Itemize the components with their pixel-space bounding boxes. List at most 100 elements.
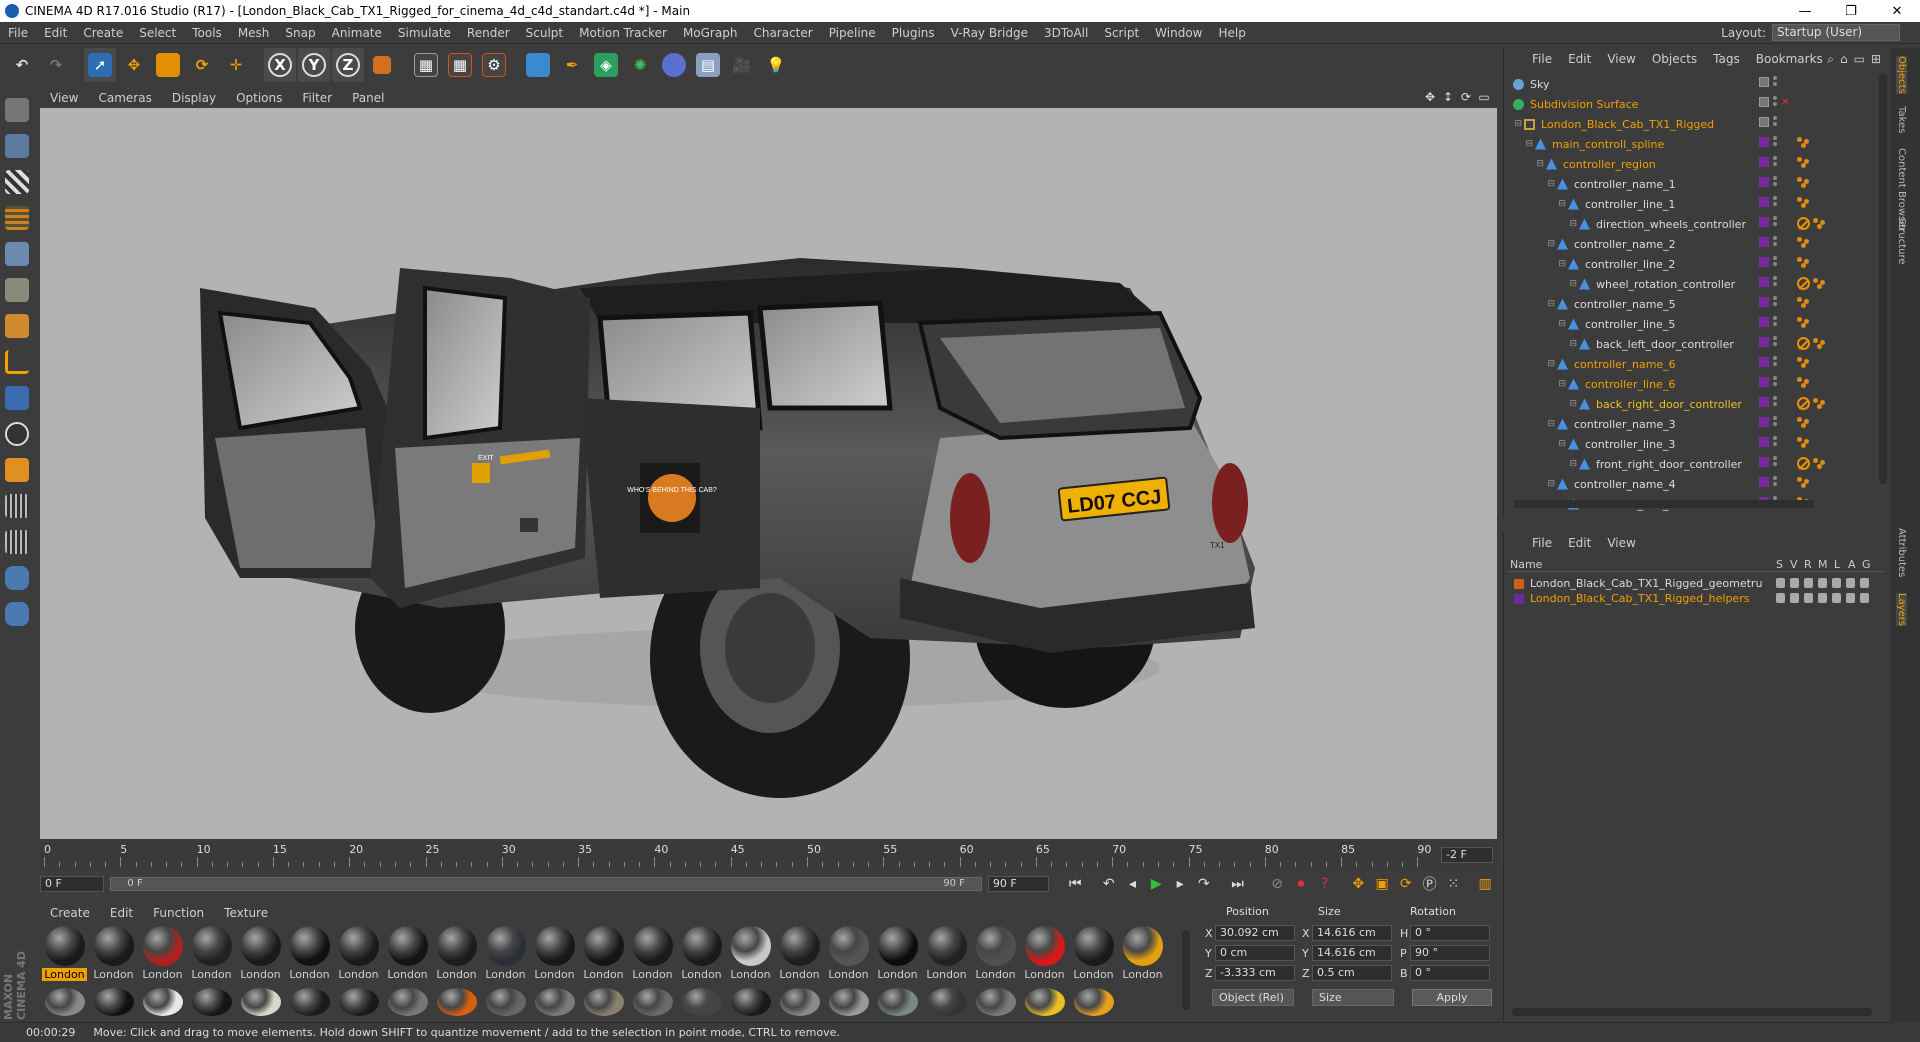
constraint-tag-icon[interactable] (1797, 257, 1809, 268)
render-view-button[interactable]: ▦ (410, 48, 442, 82)
menu-animate[interactable]: Animate (324, 26, 390, 40)
visibility-dots[interactable] (1773, 276, 1777, 288)
pen-button[interactable]: ✒ (556, 48, 588, 82)
constraint-tag-icon[interactable] (1797, 317, 1809, 328)
python-script-button-1[interactable] (2, 562, 32, 594)
material-swatch[interactable] (579, 986, 628, 1016)
move-button[interactable]: ✥ (118, 48, 150, 82)
layer-menu-edit[interactable]: Edit (1560, 536, 1599, 550)
object-row[interactable]: ⊟ wheel_rotation_controller (1507, 274, 1885, 294)
menu-sculpt[interactable]: Sculpt (518, 26, 571, 40)
tree-expander[interactable]: ⊟ (1507, 359, 1557, 369)
object-row[interactable]: ⊟ controller_name_5 (1507, 294, 1885, 314)
last-tool-button[interactable]: ✛ (220, 48, 252, 82)
lock-icon[interactable] (1832, 593, 1841, 603)
points-mode-button[interactable] (2, 238, 32, 270)
layer-color-swatch[interactable] (1759, 217, 1769, 227)
layer-color-swatch[interactable] (1759, 117, 1769, 127)
layer-menu-file[interactable]: File (1524, 536, 1560, 550)
layer-column-header[interactable]: R (1804, 558, 1812, 571)
menu-edit[interactable]: Edit (36, 26, 75, 40)
live-selection-button[interactable]: ➚ (84, 48, 116, 82)
size-y-field[interactable]: 14.616 cm (1312, 945, 1392, 961)
previous-key-button[interactable]: ↶ (1097, 872, 1121, 896)
visibility-dots[interactable] (1773, 436, 1777, 448)
array-button[interactable]: ✺ (624, 48, 656, 82)
model-mode-button[interactable] (2, 130, 32, 162)
visibility-dots[interactable] (1773, 476, 1777, 488)
protection-tag-icon[interactable] (1797, 337, 1810, 350)
tweak-mode-button[interactable] (2, 382, 32, 414)
tree-expander[interactable]: ⊟ (1507, 239, 1557, 249)
tree-expander[interactable]: ⊟ (1507, 439, 1568, 449)
menu-motion-tracker[interactable]: Motion Tracker (571, 26, 675, 40)
object-row[interactable]: ⊟ direction_wheels_controller (1507, 214, 1885, 234)
grid-snap-button[interactable] (2, 526, 32, 558)
menu-mograph[interactable]: MoGraph (675, 26, 746, 40)
object-row[interactable]: ⊟ controller_name_4 (1507, 474, 1885, 494)
tree-expander[interactable]: ⊟ (1507, 139, 1535, 149)
tree-expander[interactable]: ⊟ (1507, 119, 1524, 129)
search-icon[interactable]: ⌕ (1827, 52, 1834, 67)
edit-render-settings-button[interactable]: ⚙ (478, 48, 510, 82)
tree-expander[interactable]: ⊟ (1507, 199, 1568, 209)
material-swatch[interactable]: London (530, 924, 579, 986)
visibility-dots[interactable] (1773, 176, 1777, 188)
render-picture-viewer-button[interactable]: ▦ (444, 48, 476, 82)
apply-button[interactable]: Apply (1412, 989, 1492, 1006)
rot-h-field[interactable]: 0 ° (1410, 925, 1490, 941)
undo-button[interactable]: ↶ (6, 48, 38, 82)
object-row[interactable]: ⊟ back_left_door_controller (1507, 334, 1885, 354)
constraint-tag-icon[interactable] (1813, 458, 1825, 469)
size-x-field[interactable]: 14.616 cm (1312, 925, 1392, 941)
material-swatch[interactable] (873, 986, 922, 1016)
deformer-button[interactable] (658, 48, 690, 82)
material-swatch[interactable] (89, 986, 138, 1016)
object-row[interactable]: ⊟ controller_line_1 (1507, 194, 1885, 214)
object-menu-file[interactable]: File (1524, 52, 1560, 66)
layer-column-header[interactable]: A (1848, 558, 1856, 571)
tree-expander[interactable]: ⊟ (1507, 339, 1579, 349)
axis-mode-button[interactable] (2, 346, 32, 378)
solo-dot[interactable] (1776, 578, 1785, 588)
tree-expander[interactable]: ⊟ (1507, 459, 1579, 469)
solo-dot[interactable] (1776, 593, 1785, 603)
texture-mode-button[interactable] (2, 166, 32, 198)
redo-button[interactable]: ↷ (40, 48, 72, 82)
new-view-icon[interactable]: ▭ (1854, 52, 1865, 67)
material-swatch[interactable]: London (579, 924, 628, 986)
make-editable-button[interactable] (2, 94, 32, 126)
layer-color-swatch[interactable] (1759, 97, 1769, 107)
visibility-dots[interactable] (1773, 396, 1777, 408)
tree-expander[interactable]: ⊟ (1507, 419, 1557, 429)
subdivision-button[interactable]: ◈ (590, 48, 622, 82)
lock-icon[interactable] (1832, 578, 1841, 588)
maximize-button[interactable]: ❐ (1828, 0, 1874, 22)
object-menu-edit[interactable]: Edit (1560, 52, 1599, 66)
material-swatch[interactable] (40, 986, 89, 1016)
generator-icon[interactable] (1860, 593, 1869, 603)
layer-color-swatch[interactable] (1759, 397, 1769, 407)
object-row[interactable]: ⊟ back_right_door_controller (1507, 394, 1885, 414)
pos-z-field[interactable]: -3.333 cm (1215, 965, 1295, 981)
object-row[interactable]: ⊟ controller_region (1507, 154, 1885, 174)
material-swatch[interactable]: London (383, 924, 432, 986)
object-row[interactable]: ⊟ main_controll_spline (1507, 134, 1885, 154)
play-button[interactable]: ▶ (1144, 872, 1168, 896)
layer-column-header[interactable]: V (1790, 558, 1798, 571)
constraint-tag-icon[interactable] (1797, 297, 1809, 308)
object-row[interactable]: Subdivision Surface ✕ (1507, 94, 1885, 114)
rotate-button[interactable]: ⟳ (186, 48, 218, 82)
layer-column-header[interactable]: L (1834, 558, 1840, 571)
visibility-dots[interactable] (1773, 416, 1777, 428)
material-menu-create[interactable]: Create (40, 906, 100, 920)
tree-expander[interactable]: ⊟ (1507, 299, 1557, 309)
visibility-dots[interactable] (1773, 296, 1777, 308)
material-swatch[interactable]: London (1069, 924, 1118, 986)
side-tab-attributes[interactable]: Attributes (1896, 528, 1907, 577)
material-swatch[interactable] (334, 986, 383, 1016)
constraint-tag-icon[interactable] (1797, 357, 1809, 368)
object-row[interactable]: ⊟ controller_line_5 (1507, 314, 1885, 334)
layer-color-swatch[interactable] (1759, 257, 1769, 267)
material-swatch[interactable] (236, 986, 285, 1016)
